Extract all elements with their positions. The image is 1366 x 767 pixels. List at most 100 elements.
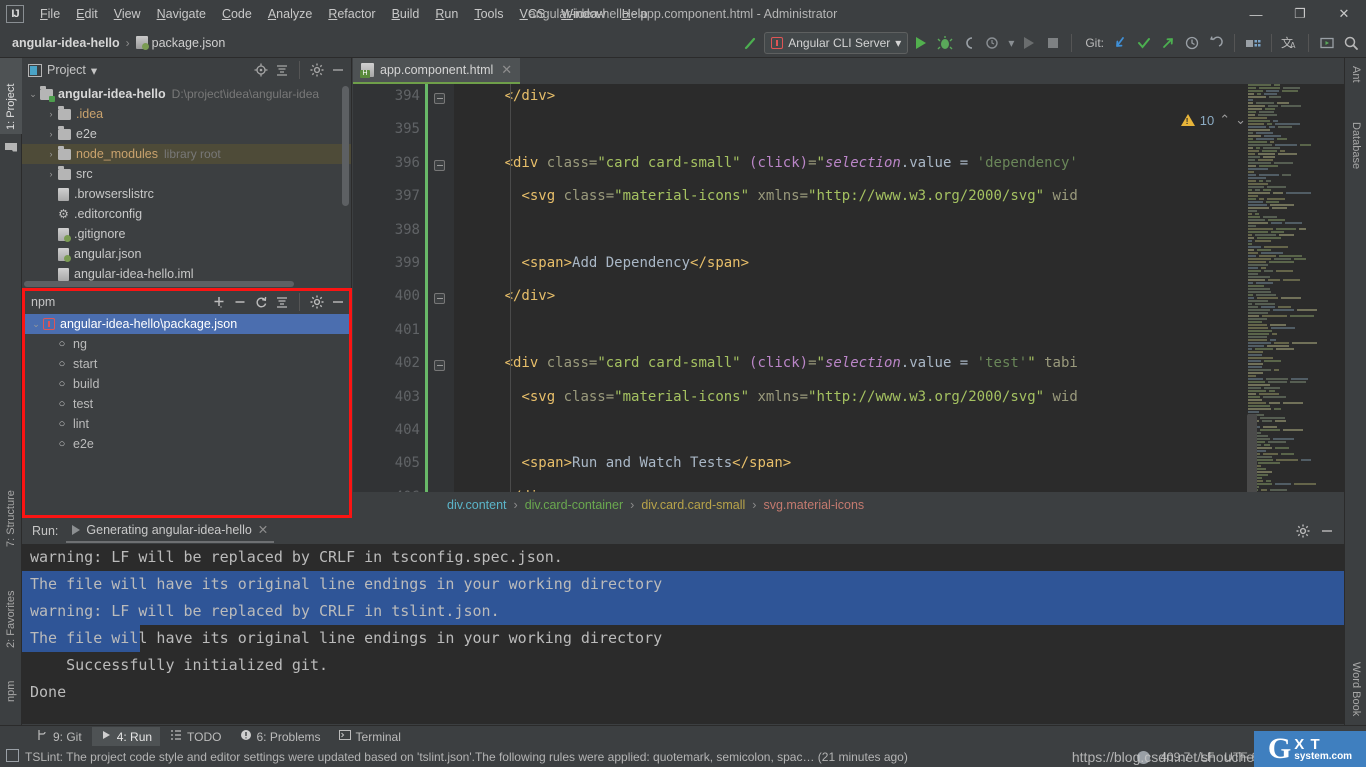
- tree-node[interactable]: › node_modules library root: [22, 144, 351, 164]
- tree-node[interactable]: › src: [22, 164, 351, 184]
- code-area[interactable]: 3943953963973983994004014024034044054064…: [353, 84, 1344, 518]
- menu-refactor[interactable]: Refactor: [320, 3, 383, 25]
- profile-dropdown-icon[interactable]: ▾: [1006, 32, 1016, 54]
- sidebar-item-database[interactable]: Database: [1345, 118, 1366, 204]
- memory-indicator-icon[interactable]: [1137, 750, 1151, 764]
- stop-button[interactable]: [1042, 32, 1064, 54]
- fold-marker-icon[interactable]: [434, 159, 445, 171]
- gear-icon[interactable]: [308, 61, 326, 79]
- run-console-output[interactable]: warning: LF will be replaced by CRLF in …: [22, 544, 1344, 724]
- breadcrumb-item[interactable]: div.card-container: [521, 498, 627, 512]
- git-history-icon[interactable]: [1181, 32, 1203, 54]
- run-tab-generating[interactable]: Generating angular-idea-hello ✕: [66, 519, 275, 543]
- npm-script-lint[interactable]: ○ lint: [25, 414, 349, 434]
- bottom-tab-todo[interactable]: TODO: [162, 727, 229, 746]
- project-panel-title[interactable]: Project ▾: [28, 63, 97, 78]
- menu-help[interactable]: Help: [614, 3, 656, 25]
- close-button[interactable]: ✕: [1322, 0, 1366, 28]
- bottom-tab-run[interactable]: 4: Run: [91, 727, 161, 746]
- expand-arrow-icon[interactable]: ⌄: [26, 89, 40, 100]
- search-icon[interactable]: [1340, 32, 1362, 54]
- bottom-tool-tabs[interactable]: 9: Git 4: Run TODO 6: Problems Terminal: [0, 725, 1366, 747]
- sidebar-item-structure[interactable]: 7: Structure: [0, 463, 22, 551]
- bottom-tab-terminal[interactable]: Terminal: [331, 727, 409, 746]
- tab-app-component-html[interactable]: app.component.html ✕: [353, 58, 521, 84]
- gear-icon[interactable]: [308, 293, 326, 311]
- fold-marker-icon[interactable]: [434, 293, 445, 305]
- git-revert-icon[interactable]: [1205, 32, 1227, 54]
- project-tree[interactable]: ⌄ angular-idea-hello D:\project\idea\angul…: [22, 82, 351, 288]
- add-icon[interactable]: [210, 293, 228, 311]
- run-button[interactable]: [910, 32, 932, 54]
- project-structure-icon[interactable]: [1242, 32, 1264, 54]
- tree-node[interactable]: ⚙ .editorconfig: [22, 204, 351, 224]
- minimize-button[interactable]: —: [1234, 0, 1278, 28]
- line-separator[interactable]: LF: [1200, 750, 1214, 764]
- caret-position[interactable]: 409:7: [1160, 750, 1190, 764]
- menu-tools[interactable]: Tools: [466, 3, 511, 25]
- chevron-up-icon[interactable]: ⌃: [1219, 112, 1230, 128]
- breadcrumb-item[interactable]: svg.material-icons: [759, 498, 868, 512]
- tree-node[interactable]: .browserslistrc: [22, 184, 351, 204]
- tree-node[interactable]: .gitignore: [22, 224, 351, 244]
- profile-icon[interactable]: [982, 32, 1004, 54]
- editor-breadcrumbs[interactable]: div.content › div.card-container › div.card.…: [353, 492, 1344, 518]
- fold-marker-icon[interactable]: [434, 93, 445, 104]
- maximize-button[interactable]: ❐: [1278, 0, 1322, 28]
- sidebar-item-project[interactable]: 1: Project: [0, 58, 22, 134]
- debug-button[interactable]: [934, 32, 956, 54]
- collapse-all-icon[interactable]: [273, 293, 291, 311]
- run-configuration-selector[interactable]: Angular CLI Server ▾: [764, 32, 909, 54]
- refresh-icon[interactable]: [252, 293, 270, 311]
- menu-view[interactable]: View: [106, 3, 149, 25]
- expand-arrow-icon[interactable]: ›: [44, 149, 58, 159]
- expand-arrow-icon[interactable]: ›: [44, 169, 58, 179]
- nav-project-name[interactable]: angular-idea-hello: [8, 34, 124, 52]
- close-tab-icon[interactable]: ✕: [258, 522, 268, 537]
- project-tree-scrollbar[interactable]: [342, 86, 349, 206]
- preview-icon[interactable]: [1316, 32, 1338, 54]
- collapse-all-icon[interactable]: [273, 61, 291, 79]
- expand-arrow-icon[interactable]: ›: [44, 129, 58, 139]
- breadcrumb-item[interactable]: div.content: [443, 498, 511, 512]
- hide-panel-icon[interactable]: [329, 293, 347, 311]
- sidebar-item-ant[interactable]: Ant: [1345, 62, 1366, 114]
- hide-panel-icon[interactable]: [1318, 522, 1336, 540]
- run-with-coverage-icon[interactable]: [958, 32, 980, 54]
- menu-code[interactable]: Code: [214, 3, 260, 25]
- sidebar-item-npm[interactable]: npm: [0, 658, 22, 706]
- locate-icon[interactable]: [252, 61, 270, 79]
- gear-icon[interactable]: [1294, 522, 1312, 540]
- menu-build[interactable]: Build: [384, 3, 428, 25]
- menu-edit[interactable]: Edit: [68, 3, 106, 25]
- breadcrumb-item[interactable]: div.card.card-small: [637, 498, 749, 512]
- npm-scripts-tree[interactable]: ⌄ angular-idea-hello\package.json ○ ng ○ star…: [25, 313, 349, 454]
- bottom-tab-problems[interactable]: 6: Problems: [232, 727, 329, 746]
- tree-node[interactable]: angular.json: [22, 244, 351, 264]
- code-folding-gutter[interactable]: [428, 84, 454, 518]
- npm-script-test[interactable]: ○ test: [25, 394, 349, 414]
- tree-node[interactable]: ⌄ angular-idea-hello D:\project\idea\angul…: [22, 84, 351, 104]
- menu-file[interactable]: File: [32, 3, 68, 25]
- inspection-warning-widget[interactable]: 10 ⌃ ⌄: [1180, 112, 1246, 128]
- npm-script-e2e[interactable]: ○ e2e: [25, 434, 349, 454]
- git-commit-icon[interactable]: [1133, 32, 1155, 54]
- hide-panel-icon[interactable]: [329, 61, 347, 79]
- code-text[interactable]: </div> <div class="card card-small" (cli…: [454, 84, 1344, 518]
- nav-file-name[interactable]: package.json: [132, 34, 230, 52]
- npm-script-ng[interactable]: ○ ng: [25, 334, 349, 354]
- close-tab-icon[interactable]: ✕: [501, 62, 512, 78]
- menu-analyze[interactable]: Analyze: [260, 3, 320, 25]
- git-update-icon[interactable]: [1109, 32, 1131, 54]
- menu-navigate[interactable]: Navigate: [149, 3, 214, 25]
- menu-window[interactable]: Window: [553, 3, 613, 25]
- fold-marker-icon[interactable]: [434, 360, 445, 372]
- tree-node[interactable]: › .idea: [22, 104, 351, 124]
- translate-icon[interactable]: 文A: [1279, 32, 1301, 54]
- chevron-down-icon[interactable]: ⌄: [1235, 112, 1246, 128]
- bottom-tab-git[interactable]: 9: Git: [28, 727, 90, 746]
- status-message[interactable]: TSLint: The project code style and edito…: [25, 750, 908, 764]
- sidebar-item-favorites[interactable]: 2: Favorites: [0, 556, 22, 652]
- project-tree-hscrollbar[interactable]: [24, 281, 294, 287]
- tree-node[interactable]: › e2e: [22, 124, 351, 144]
